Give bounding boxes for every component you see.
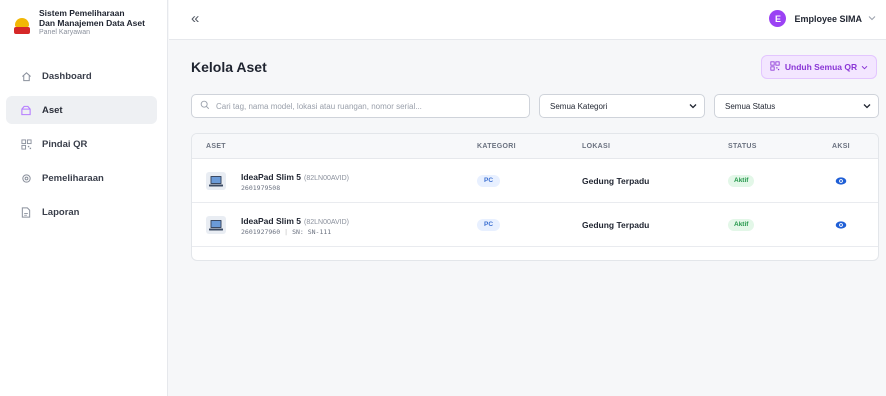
chevron-down-icon xyxy=(868,14,876,23)
chevron-down-icon xyxy=(861,62,868,72)
asset-location: Gedung Terpadu xyxy=(582,176,650,186)
search-box xyxy=(191,94,530,118)
laptop-icon xyxy=(206,216,226,234)
user-name: Employee SIMA xyxy=(794,13,862,24)
asset-name[interactable]: IdeaPad Slim 5 (82LN00AVID) xyxy=(241,172,349,182)
sidebar-item-pemeliharaan[interactable]: Pemeliharaan xyxy=(6,164,157,192)
asset-name-text: IdeaPad Slim 5 xyxy=(241,216,301,226)
asset-tag: 2601927960 | SN: SN-111 xyxy=(241,228,331,236)
sidebar-item-laporan[interactable]: Laporan xyxy=(6,198,157,226)
gear-icon xyxy=(18,171,34,185)
table-row[interactable]: IdeaPad Slim 5 (82LN00AVID) 2601927960 | SN… xyxy=(192,203,878,247)
eye-icon[interactable] xyxy=(835,175,847,187)
collapse-sidebar-icon[interactable]: « xyxy=(191,11,199,27)
asset-model: (82LN00AVID) xyxy=(304,175,350,182)
chevron-down-icon xyxy=(863,102,871,111)
status-select-value: Semua Status xyxy=(725,101,776,111)
download-all-qr-button[interactable]: Unduh Semua QR xyxy=(761,55,877,79)
document-icon xyxy=(18,205,34,219)
brand-subtitle: Panel Karyawan xyxy=(39,29,90,36)
brand: Sistem Pemeliharaan Dan Manajemen Data A… xyxy=(0,0,167,52)
sidebar-item-pindai-qr[interactable]: Pindai QR xyxy=(6,130,157,158)
page-title: Kelola Aset xyxy=(191,59,267,75)
sidebar-item-aset[interactable]: Aset xyxy=(6,96,157,124)
asset-tag-text: 2601927960 xyxy=(241,228,281,236)
column-header-aset[interactable]: ASET xyxy=(206,143,226,150)
sidebar-item-label: Pindai QR xyxy=(42,138,88,150)
column-header-aksi: AKSI xyxy=(832,143,850,150)
user-menu[interactable]: E Employee SIMA xyxy=(769,10,876,27)
main-content: Kelola Aset Unduh Semua QR Semua Kategor… xyxy=(169,40,886,396)
category-select[interactable]: Semua Kategori xyxy=(539,94,705,118)
asset-serial: SN: SN-111 xyxy=(292,228,332,236)
category-badge: PC xyxy=(477,219,501,231)
status-badge: Aktif xyxy=(728,175,755,187)
sidebar: Sistem Pemeliharaan Dan Manajemen Data A… xyxy=(0,0,168,396)
sidebar-item-label: Dashboard xyxy=(42,70,92,82)
sidebar-nav: Dashboard Aset Pindai QR Pemeliharaan La… xyxy=(0,62,167,226)
sidebar-item-label: Laporan xyxy=(42,206,80,218)
sidebar-item-dashboard[interactable]: Dashboard xyxy=(6,62,157,90)
sidebar-item-label: Pemeliharaan xyxy=(42,172,104,184)
search-input[interactable] xyxy=(216,101,516,111)
eye-icon[interactable] xyxy=(835,219,847,231)
brand-logo xyxy=(14,18,30,34)
table-row[interactable]: IdeaPad Slim 5 (82LN00AVID) 2601979508 PC… xyxy=(192,159,878,203)
topbar: « E Employee SIMA xyxy=(169,0,886,40)
asset-name-text: IdeaPad Slim 5 xyxy=(241,172,301,182)
column-header-status[interactable]: STATUS xyxy=(728,143,757,150)
search-icon xyxy=(200,100,210,113)
asset-table: ASET KATEGORI LOKASI STATUS AKSI IdeaPad… xyxy=(191,133,879,261)
separator: | xyxy=(284,228,289,236)
column-header-kategori[interactable]: KATEGORI xyxy=(477,143,516,150)
table-header: ASET KATEGORI LOKASI STATUS AKSI xyxy=(192,134,878,159)
column-header-lokasi[interactable]: LOKASI xyxy=(582,143,610,150)
asset-model: (82LN00AVID) xyxy=(304,219,350,226)
sidebar-item-label: Aset xyxy=(42,104,63,116)
laptop-icon xyxy=(206,172,226,190)
qr-icon xyxy=(770,61,780,73)
brand-title-line1: Sistem Pemeliharaan xyxy=(39,8,125,18)
chevron-down-icon xyxy=(689,102,697,111)
status-select[interactable]: Semua Status xyxy=(714,94,879,118)
asset-location: Gedung Terpadu xyxy=(582,220,650,230)
asset-tag-text: 2601979508 xyxy=(241,184,281,192)
status-badge: Aktif xyxy=(728,219,755,231)
asset-name[interactable]: IdeaPad Slim 5 (82LN00AVID) xyxy=(241,216,349,226)
category-select-value: Semua Kategori xyxy=(550,101,608,111)
box-icon xyxy=(18,103,34,117)
asset-tag: 2601979508 xyxy=(241,184,280,192)
qr-icon xyxy=(18,137,34,151)
download-all-qr-label: Unduh Semua QR xyxy=(784,62,858,72)
home-icon xyxy=(18,69,34,83)
avatar: E xyxy=(769,10,787,27)
brand-title-line2: Dan Manajemen Data Aset xyxy=(39,18,145,28)
category-badge: PC xyxy=(477,175,501,187)
